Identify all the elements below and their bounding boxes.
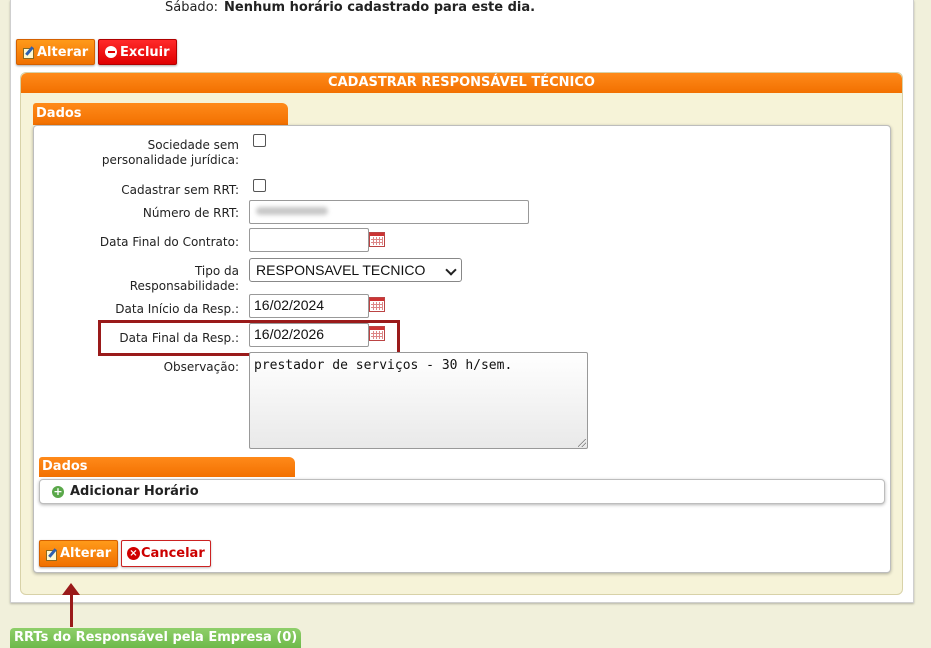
- calendar-icon[interactable]: [369, 297, 385, 312]
- dados-box: Sociedade sem personalidade jurídica: Ca…: [33, 125, 891, 573]
- tab-horario-dados: Dados: [39, 457, 295, 477]
- data-inicio-value: 16/02/2024: [254, 297, 325, 313]
- highlight-box: [98, 320, 400, 356]
- tipo-resp-select[interactable]: RESPONSAVEL TECNICO: [249, 258, 462, 282]
- cancel-icon: ×: [127, 547, 140, 560]
- calendar-icon[interactable]: [369, 232, 385, 247]
- data-final-contrato-input[interactable]: [249, 228, 369, 252]
- tab-dados: Dados: [33, 103, 288, 125]
- cancelar-button[interactable]: × Cancelar: [121, 540, 211, 567]
- remove-icon: [105, 46, 117, 58]
- sem-rrt-checkbox[interactable]: [253, 179, 266, 192]
- data-final-contrato-label: Data Final do Contrato:: [99, 235, 239, 249]
- annotation-arrow-head: [62, 583, 80, 595]
- annotation-arrow-shaft: [70, 592, 73, 627]
- chevron-down-icon: [445, 264, 457, 276]
- sem-rrt-label: Cadastrar sem RRT:: [121, 183, 239, 197]
- cancelar-label: Cancelar: [141, 546, 205, 561]
- rrts-tab[interactable]: RRTs do Responsável pela Empresa (0): [10, 628, 302, 648]
- observacao-textarea[interactable]: prestador de serviços - 30 h/sem.: [249, 352, 588, 449]
- tipo-resp-value: RESPONSAVEL TECNICO: [256, 262, 426, 278]
- edit-icon: [23, 46, 35, 59]
- edit-icon: [46, 548, 58, 561]
- alterar-button[interactable]: Alterar: [39, 540, 119, 567]
- excluir-label: Excluir: [120, 44, 170, 60]
- numero-rrt-label: Número de RRT:: [142, 206, 239, 220]
- excluir-button[interactable]: Excluir: [98, 39, 177, 65]
- data-inicio-input[interactable]: 16/02/2024: [249, 294, 369, 318]
- numero-rrt-input[interactable]: [249, 200, 529, 224]
- redacted-value: [256, 207, 328, 215]
- alterar-label: Alterar: [60, 546, 112, 561]
- adicionar-horario-label: Adicionar Horário: [70, 484, 199, 499]
- observacao-label: Observação:: [163, 360, 239, 374]
- data-inicio-label: Data Início da Resp.:: [115, 302, 239, 316]
- sociedade-checkbox[interactable]: [253, 134, 266, 147]
- sabado-label: Sábado:: [165, 0, 219, 15]
- observacao-value: prestador de serviços - 30 h/sem.: [254, 358, 513, 373]
- adicionar-horario-link[interactable]: + Adicionar Horário: [52, 484, 199, 499]
- panel-title: CADASTRAR RESPONSÁVEL TÉCNICO: [21, 73, 902, 93]
- sabado-value: Nenhum horário cadastrado para este dia.: [224, 0, 536, 15]
- add-icon: +: [52, 485, 64, 498]
- horario-box: + Adicionar Horário: [39, 479, 885, 504]
- sabado-row: Sábado: Nenhum horário cadastrado para es…: [165, 0, 535, 15]
- cadastrar-panel: CADASTRAR RESPONSÁVEL TÉCNICO Dados Soci…: [20, 72, 903, 595]
- alterar-top-button[interactable]: Alterar: [16, 39, 96, 65]
- sociedade-label: Sociedade sem personalidade jurídica:: [101, 138, 239, 167]
- resize-handle[interactable]: [578, 439, 586, 447]
- tipo-resp-label: Tipo da Responsabilidade:: [129, 264, 239, 293]
- alterar-top-label: Alterar: [37, 44, 89, 60]
